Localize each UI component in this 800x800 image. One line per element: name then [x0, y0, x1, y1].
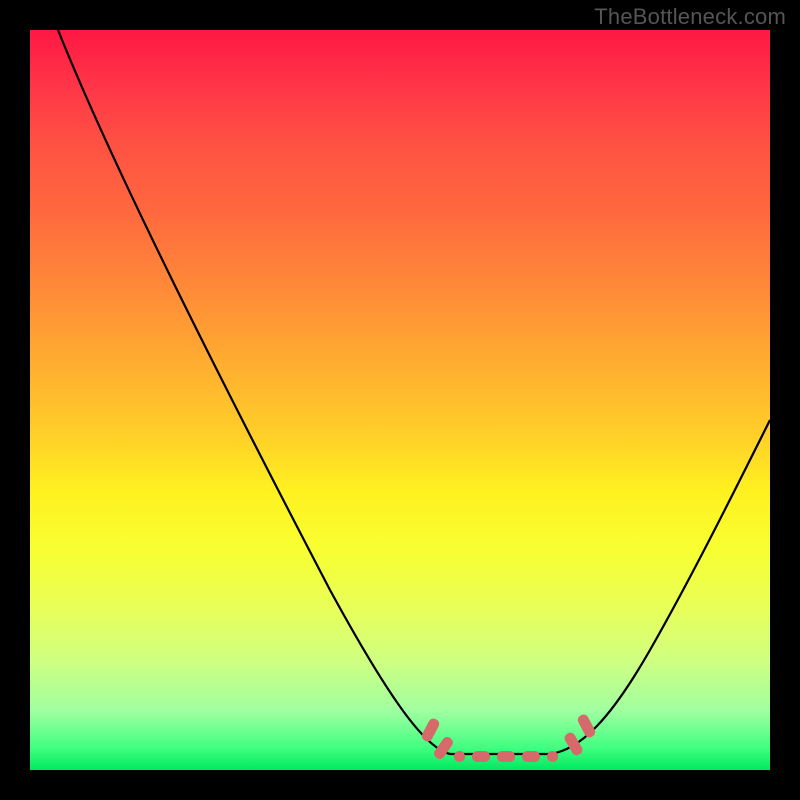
marker-dash-diag	[563, 731, 585, 757]
trough-marker-band	[30, 30, 770, 770]
watermark-label: TheBottleneck.com	[594, 4, 786, 30]
marker-dash-diag	[432, 735, 455, 761]
marker-dash	[472, 751, 490, 762]
marker-dash-row	[454, 751, 558, 762]
marker-dash	[454, 751, 465, 762]
marker-dash-diag	[576, 713, 597, 739]
marker-dash	[547, 751, 558, 762]
marker-dash-diag	[420, 717, 441, 743]
marker-dash	[497, 751, 515, 762]
marker-dash	[522, 751, 540, 762]
plot-area	[30, 30, 770, 770]
